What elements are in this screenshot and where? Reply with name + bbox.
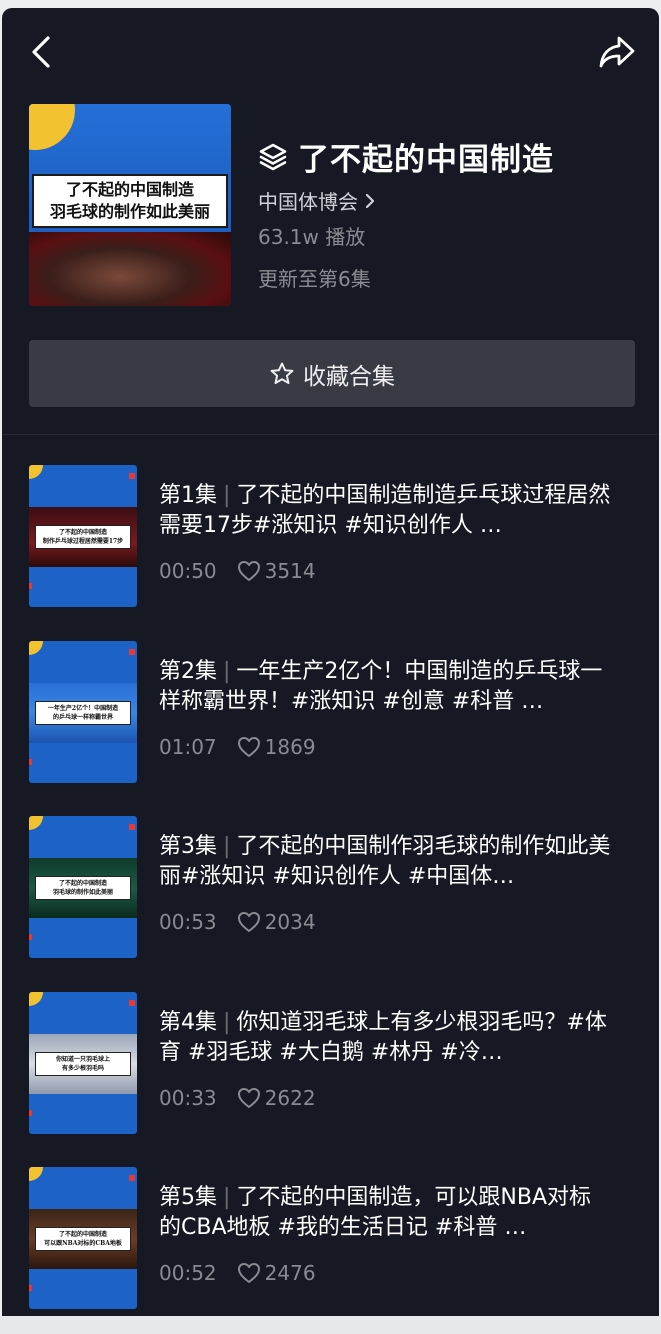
episode-item-2[interactable]: 一年生产2亿个！中国制造 的乒乓球一样称霸世界 第2集 | 一年生产2亿个！中国制造… — [2, 641, 659, 785]
episode-thumbnail: 了不起的中国制造 可以跟NBA对标的CBA地板 — [29, 1167, 137, 1309]
collection-title-text: 了不起的中国制造 — [298, 142, 554, 178]
episode-meta: 00:52 2476 — [159, 1261, 316, 1285]
likes-count: 1869 — [264, 735, 316, 759]
episode-thumbnail: 了不起的中国制造 制作乒乓球过程居然需要17步 — [29, 465, 137, 607]
star-icon — [269, 361, 295, 387]
episode-number: 第2集 — [159, 659, 217, 684]
episode-likes: 1869 — [237, 735, 316, 759]
likes-count: 2622 — [264, 1086, 316, 1110]
separator: | — [223, 659, 231, 684]
favorite-collection-button[interactable]: 收藏合集 — [29, 340, 635, 407]
episode-item-4[interactable]: 你知道一只羽毛球上 有多少根羽毛吗 第4集 | 你知道羽毛球上有多少根羽毛吗？#体育… — [2, 992, 659, 1136]
episode-meta: 00:33 2622 — [159, 1086, 316, 1110]
episode-likes: 2622 — [237, 1086, 316, 1110]
episode-likes: 2034 — [237, 910, 316, 934]
layers-icon — [258, 142, 288, 172]
episode-title: 第1集 | 了不起的中国制造制造乒乓球过程居然需要17步#涨知识 #知识创作人 … — [159, 481, 611, 541]
episode-meta: 00:53 2034 — [159, 910, 316, 934]
episode-duration: 00:52 — [159, 1261, 217, 1285]
play-count: 63.1w 播放 — [258, 225, 366, 249]
heart-icon — [237, 736, 261, 758]
thumbnail-caption: 一年生产2亿个！中国制造 的乒乓球一样称霸世界 — [35, 701, 131, 725]
episode-thumbnail: 一年生产2亿个！中国制造 的乒乓球一样称霸世界 — [29, 641, 137, 783]
collection-screen: 了不起的中国制造 羽毛球的制作如此美丽 了不起的中国制造 中国体博会 63.1w… — [2, 8, 659, 1316]
episode-duration: 00:53 — [159, 910, 217, 934]
episode-thumbnail: 了不起的中国制造 羽毛球的制作如此美丽 — [29, 816, 137, 958]
heart-icon — [237, 1262, 261, 1284]
episode-duration: 01:07 — [159, 735, 217, 759]
share-arrow-icon — [598, 35, 636, 69]
episode-duration: 00:33 — [159, 1086, 217, 1110]
collection-title: 了不起的中国制造 — [258, 134, 554, 179]
cover-caption-line2: 羽毛球的制作如此美丽 — [49, 202, 210, 221]
episode-number: 第5集 — [159, 1185, 217, 1210]
cover-photo — [29, 232, 231, 306]
separator: | — [223, 834, 231, 859]
cover-caption: 了不起的中国制造 羽毛球的制作如此美丽 — [32, 174, 228, 228]
episode-number: 第1集 — [159, 483, 217, 508]
episode-item-3[interactable]: 了不起的中国制造 羽毛球的制作如此美丽 第3集 | 了不起的中国制作羽毛球的制作如此… — [2, 816, 659, 960]
divider — [2, 434, 659, 435]
update-status: 更新至第6集 — [258, 267, 371, 291]
author-name: 中国体博会 — [258, 190, 358, 214]
separator: | — [223, 1185, 231, 1210]
episode-thumbnail: 你知道一只羽毛球上 有多少根羽毛吗 — [29, 992, 137, 1134]
episode-meta: 01:07 1869 — [159, 735, 316, 759]
likes-count: 2476 — [264, 1261, 316, 1285]
episode-title: 第2集 | 一年生产2亿个！中国制造的乒乓球一样称霸世界！#涨知识 #创意 #科普 … — [159, 657, 611, 717]
favorite-button-label: 收藏合集 — [303, 363, 395, 390]
bottom-strip — [0, 1316, 661, 1334]
chevron-right-icon — [364, 192, 376, 210]
thumbnail-caption: 了不起的中国制造 羽毛球的制作如此美丽 — [35, 876, 131, 900]
separator: | — [223, 483, 231, 508]
separator: | — [223, 1010, 231, 1035]
episode-title: 第5集 | 了不起的中国制造，可以跟NBA对标的CBA地板 #我的生活日记 #科普 … — [159, 1183, 611, 1243]
cover-caption-line1: 了不起的中国制造 — [65, 180, 194, 199]
episode-item-5[interactable]: 了不起的中国制造 可以跟NBA对标的CBA地板 第5集 | 了不起的中国制造，可以跟… — [2, 1167, 659, 1311]
episode-likes: 2476 — [237, 1261, 316, 1285]
share-button[interactable] — [595, 30, 639, 74]
author-link[interactable]: 中国体博会 — [258, 186, 376, 215]
thumbnail-caption: 了不起的中国制造 可以跟NBA对标的CBA地板 — [35, 1227, 131, 1251]
episode-duration: 00:50 — [159, 559, 217, 583]
back-arrow-icon — [29, 35, 55, 69]
heart-icon — [237, 1087, 261, 1109]
heart-icon — [237, 560, 261, 582]
episode-likes: 3514 — [237, 559, 316, 583]
thumbnail-caption: 你知道一只羽毛球上 有多少根羽毛吗 — [35, 1052, 131, 1076]
episode-number: 第3集 — [159, 834, 217, 859]
likes-count: 2034 — [264, 910, 316, 934]
likes-count: 3514 — [264, 559, 316, 583]
collection-cover: 了不起的中国制造 羽毛球的制作如此美丽 — [29, 104, 231, 306]
episode-title: 第3集 | 了不起的中国制作羽毛球的制作如此美丽#涨知识 #知识创作人 #中国体… — [159, 832, 611, 892]
thumbnail-caption: 了不起的中国制造 制作乒乓球过程居然需要17步 — [35, 525, 131, 549]
episode-number: 第4集 — [159, 1010, 217, 1035]
episode-meta: 00:50 3514 — [159, 559, 316, 583]
episode-title: 第4集 | 你知道羽毛球上有多少根羽毛吗？#体育 #羽毛球 #大白鹅 #林丹 #冷… — [159, 1008, 611, 1068]
episode-item-1[interactable]: 了不起的中国制造 制作乒乓球过程居然需要17步 第1集 | 了不起的中国制造制造乒乓… — [2, 465, 659, 609]
back-button[interactable] — [20, 30, 64, 74]
heart-icon — [237, 911, 261, 933]
